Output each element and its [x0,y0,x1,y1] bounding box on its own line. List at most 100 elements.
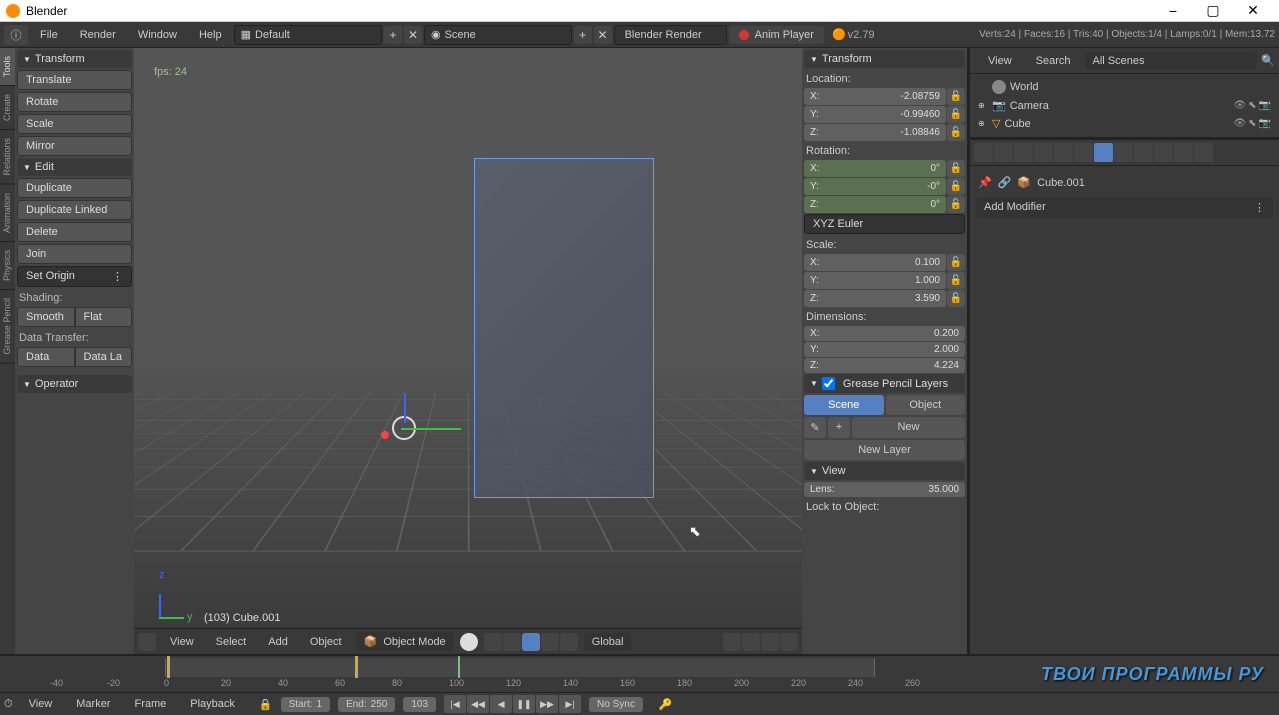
gp-scene-button[interactable]: Scene [804,395,884,415]
loc-y-lock-icon[interactable]: 🔓 [947,106,965,123]
delete-scene-button[interactable]: ✕ [594,26,612,44]
prop-tab-data[interactable] [1114,143,1133,162]
dim-y-field[interactable]: Y:2.000 [804,342,965,357]
object-name[interactable]: Cube.001 [1037,177,1085,189]
rot-z-field[interactable]: Z:0° [804,196,946,213]
camera-view-icon[interactable] [780,633,798,651]
jump-start-button[interactable]: |◀ [444,695,466,713]
mirror-button[interactable]: Mirror [17,136,132,156]
gp-add-icon[interactable]: + [828,417,850,438]
cursor-icon[interactable]: ⬉ [1248,118,1256,129]
next-keyframe-button[interactable]: ▶▶ [536,695,558,713]
render-icon[interactable]: 📷 [1259,118,1271,129]
menu-help[interactable]: Help [189,25,232,45]
pause-button[interactable]: ❚❚ [513,695,535,713]
cursor-icon[interactable]: ⬉ [1248,100,1256,111]
join-button[interactable]: Join [17,244,132,264]
tab-animation[interactable]: Animation [0,185,15,242]
tab-relations[interactable]: Relations [0,130,15,185]
dim-z-field[interactable]: Z:4.224 [804,358,965,373]
duplicate-linked-button[interactable]: Duplicate Linked [17,200,132,220]
vp-menu-object[interactable]: Object [302,633,350,651]
tree-item-cube[interactable]: ⊕ ▽ Cube 👁⬉📷 [974,115,1275,132]
gp-object-button[interactable]: Object [886,395,966,415]
edit-panel-header[interactable]: Edit [17,158,132,176]
screen-layout-selector[interactable]: ▦ Default [234,25,382,45]
sync-mode-dropdown[interactable]: No Sync [589,697,643,712]
cube-mesh-object[interactable] [474,158,654,498]
gp-checkbox[interactable] [822,377,835,390]
grease-pencil-header[interactable]: Grease Pencil Layers [804,374,965,393]
operator-panel-header[interactable]: Operator [17,375,132,393]
tl-menu-playback[interactable]: Playback [182,696,243,712]
translate-button[interactable]: Translate [17,70,132,90]
lock-icon[interactable]: 🔒 [259,698,273,711]
render-engine-dropdown[interactable]: Blender Render [614,25,727,45]
delete-layout-button[interactable]: ✕ [404,26,422,44]
expand-icon[interactable]: ⊕ [978,101,988,110]
scale-button[interactable]: Scale [17,114,132,134]
rotate-manipulator-icon[interactable] [541,633,559,651]
scl-x-lock-icon[interactable]: 🔓 [947,254,965,271]
scl-z-field[interactable]: Z:3.590 [804,290,946,307]
scl-x-field[interactable]: X:0.100 [804,254,946,271]
menu-file[interactable]: File [30,25,68,45]
render-icon[interactable]: 📷 [1259,100,1271,111]
loc-z-lock-icon[interactable]: 🔓 [947,124,965,141]
outliner-view[interactable]: View [978,51,1022,71]
prop-tab-particles[interactable] [1174,143,1193,162]
rot-y-lock-icon[interactable]: 🔓 [947,178,965,195]
minimize-button[interactable]: − [1153,0,1193,22]
mode-selector[interactable]: 📦 Object Mode [356,632,454,651]
keying-set-icon[interactable]: 🔑 [659,698,673,711]
tree-item-camera[interactable]: ⊕ 📷 Camera 👁⬉📷 [974,97,1275,114]
vp-menu-add[interactable]: Add [260,633,296,651]
expand-icon[interactable]: ⊕ [978,119,988,128]
transform-panel-header[interactable]: Transform [17,50,132,68]
gp-pencil-icon[interactable]: ✎ [804,417,826,438]
rotate-button[interactable]: Rotate [17,92,132,112]
vp-menu-view[interactable]: View [162,633,202,651]
loc-x-field[interactable]: X:-2.08759 [804,88,946,105]
prop-tab-material[interactable] [1134,143,1153,162]
data-button[interactable]: Data [17,347,75,367]
view-panel-header[interactable]: View [804,462,965,480]
tl-menu-view[interactable]: View [21,696,61,712]
search-icon[interactable]: 🔍 [1261,54,1275,67]
3d-viewport[interactable]: fps: 24 (103) Cube.001 z y ⬉ View Select… [134,48,802,654]
outliner-search[interactable]: Search [1026,51,1081,71]
play-reverse-button[interactable]: ◀ [490,695,512,713]
flat-button[interactable]: Flat [75,307,133,327]
editor-type-3dview-icon[interactable] [138,633,156,651]
end-frame-field[interactable]: End:250 [338,697,395,712]
scl-z-lock-icon[interactable]: 🔓 [947,290,965,307]
menu-render[interactable]: Render [70,25,126,45]
smooth-button[interactable]: Smooth [17,307,75,327]
dim-x-field[interactable]: X:0.200 [804,326,965,341]
maximize-button[interactable]: ▢ [1193,0,1233,22]
tl-menu-marker[interactable]: Marker [68,696,118,712]
loc-x-lock-icon[interactable]: 🔓 [947,88,965,105]
prop-tab-constraints[interactable] [1074,143,1093,162]
prop-tab-texture[interactable] [1154,143,1173,162]
tree-item-world[interactable]: World [974,78,1275,96]
prop-tab-physics[interactable] [1194,143,1213,162]
scale-manipulator-icon[interactable] [560,633,578,651]
loc-y-field[interactable]: Y:-0.99460 [804,106,946,123]
vp-menu-select[interactable]: Select [208,633,255,651]
rot-x-lock-icon[interactable]: 🔓 [947,160,965,177]
prop-tab-scene[interactable] [1014,143,1033,162]
render-preview-icon[interactable] [761,633,779,651]
scl-y-field[interactable]: Y:1.000 [804,272,946,289]
pivot-icon[interactable] [484,633,502,651]
prop-tab-render[interactable] [974,143,993,162]
tab-physics[interactable]: Physics [0,242,15,290]
duplicate-button[interactable]: Duplicate [17,178,132,198]
prev-keyframe-button[interactable]: ◀◀ [467,695,489,713]
eye-icon[interactable]: 👁 [1233,100,1246,111]
snap-toggle-icon[interactable] [723,633,741,651]
menu-window[interactable]: Window [128,25,187,45]
delete-button[interactable]: Delete [17,222,132,242]
translate-manipulator-icon[interactable] [522,633,540,651]
orientation-dropdown[interactable]: Global [584,633,632,651]
